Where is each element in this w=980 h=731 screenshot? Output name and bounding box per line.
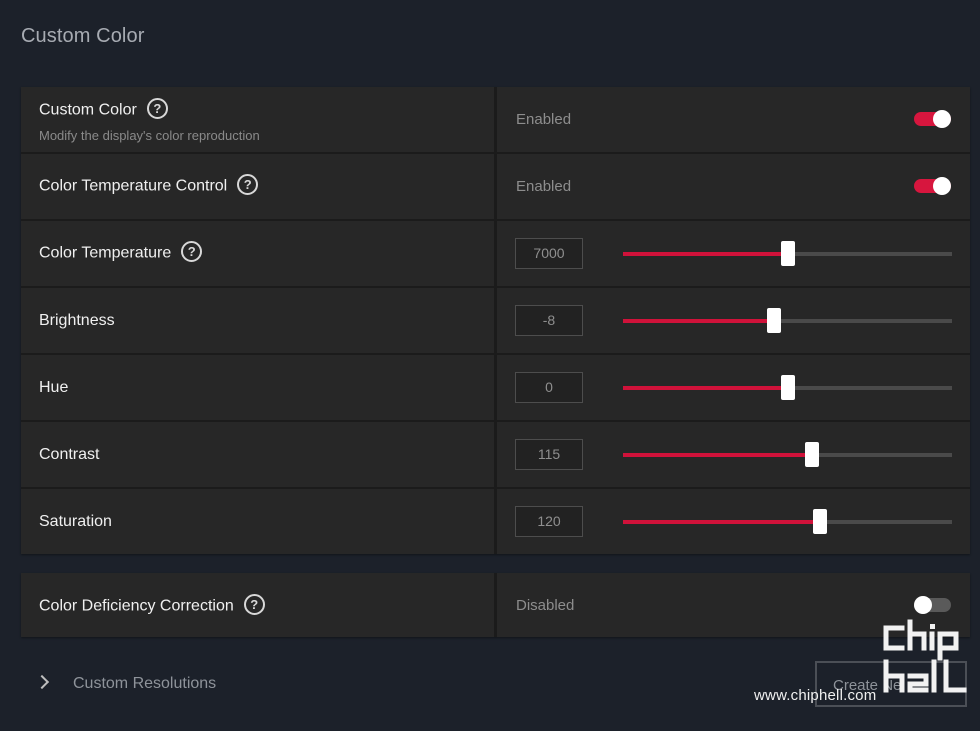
color-temperature-control-row: Color Temperature Control? Enabled [21,154,970,219]
color-deficiency-toggle[interactable] [914,596,951,614]
page-title: Custom Color [21,25,145,47]
saturation-value-input[interactable]: 120 [515,506,583,537]
toggle-knob [933,177,951,195]
color-deficiency-row: Color Deficiency Correction? Disabled [21,573,970,637]
slider-fill [623,319,774,323]
contrast-label: Contrast [39,446,100,463]
hue-label: Hue [39,379,69,396]
color-temperature-control-status: Enabled [516,178,572,195]
custom-color-label: Custom Color [39,101,137,119]
custom-color-description: Modify the display's color reproduction [39,128,260,143]
brightness-slider[interactable] [623,308,952,333]
custom-color-row: Custom Color? Modify the display's color… [21,87,970,152]
custom-color-status: Enabled [516,111,572,128]
slider-thumb[interactable] [767,308,781,333]
help-icon[interactable]: ? [181,241,203,262]
help-icon[interactable]: ? [243,594,265,615]
color-temperature-label: Color Temperature [39,244,172,262]
color-temperature-control-label: Color Temperature Control [39,177,228,195]
custom-color-toggle[interactable] [914,110,951,128]
toggle-knob [933,110,951,128]
chevron-right-icon[interactable] [34,674,50,690]
custom-color-panel: Custom Color? Modify the display's color… [21,87,970,554]
slider-fill [623,386,788,390]
saturation-row: Saturation 120 [21,489,970,554]
slider-thumb[interactable] [805,442,819,467]
color-deficiency-label: Color Deficiency Correction [39,597,234,615]
brightness-value-input[interactable]: -8 [515,305,583,336]
brightness-row: Brightness -8 [21,288,970,353]
slider-fill [623,520,820,524]
hue-value-input[interactable]: 0 [515,372,583,403]
color-temperature-control-toggle[interactable] [914,177,951,195]
watermark-url: www.chiphell.com [754,687,877,704]
contrast-slider[interactable] [623,442,952,467]
custom-resolutions-label[interactable]: Custom Resolutions [73,675,216,693]
slider-thumb[interactable] [781,241,795,266]
slider-fill [623,453,812,457]
color-temperature-slider[interactable] [623,241,952,266]
slider-thumb[interactable] [813,509,827,534]
saturation-label: Saturation [39,513,112,530]
toggle-knob [914,596,932,614]
contrast-value-input[interactable]: 115 [515,439,583,470]
help-icon[interactable]: ? [237,174,259,195]
hue-slider[interactable] [623,375,952,400]
help-icon[interactable]: ? [146,98,168,119]
hue-row: Hue 0 [21,355,970,420]
color-deficiency-panel: Color Deficiency Correction? Disabled [21,573,970,637]
brightness-label: Brightness [39,312,115,329]
chiphell-logo-icon [883,619,967,693]
color-deficiency-status: Disabled [516,597,575,614]
slider-fill [623,252,788,256]
saturation-slider[interactable] [623,509,952,534]
color-temperature-value-input[interactable]: 7000 [515,238,583,269]
color-temperature-row: Color Temperature? 7000 [21,221,970,286]
contrast-row: Contrast 115 [21,422,970,487]
slider-thumb[interactable] [781,375,795,400]
